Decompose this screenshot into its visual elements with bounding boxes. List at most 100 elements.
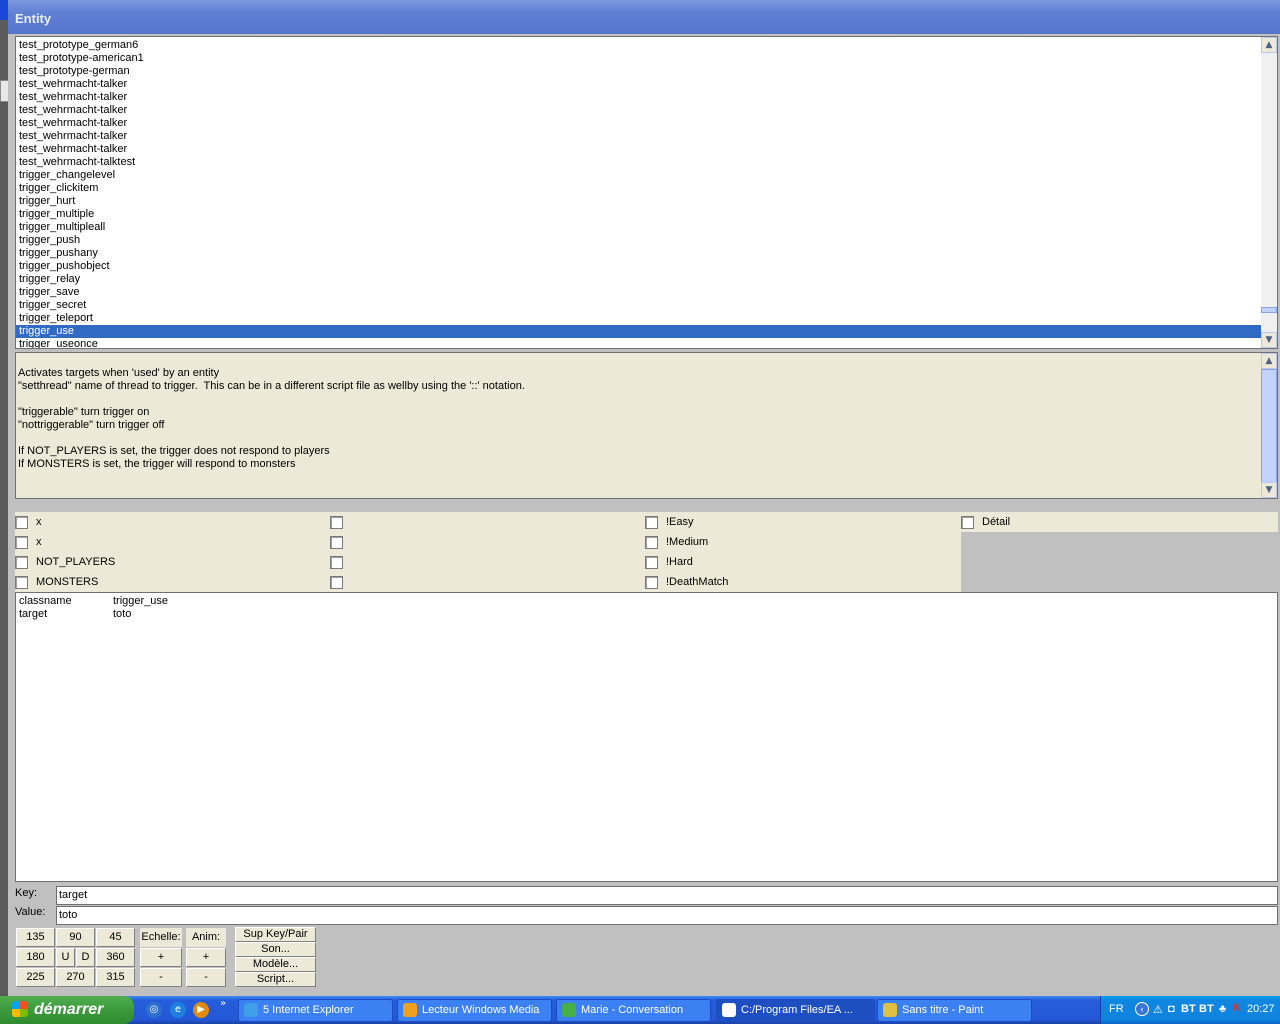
- spawnflag-checkbox[interactable]: [330, 572, 640, 592]
- entity-list-item[interactable]: test_prototype-german: [16, 65, 1261, 78]
- anim-minus-button[interactable]: -: [186, 968, 226, 987]
- angle-90-button[interactable]: 90: [56, 928, 95, 947]
- language-indicator[interactable]: FR: [1109, 1003, 1124, 1015]
- checkbox-box[interactable]: [330, 535, 343, 549]
- anim-plus-button[interactable]: +: [186, 948, 226, 967]
- spawnflag-checkbox[interactable]: Détail: [961, 512, 1271, 532]
- media-quicklaunch-icon[interactable]: ▶: [193, 1002, 209, 1018]
- sup-keypair-button[interactable]: Sup Key/Pair: [235, 927, 316, 942]
- entity-list-item[interactable]: trigger_useonce: [16, 338, 1261, 348]
- checkbox-box[interactable]: [15, 535, 28, 549]
- entity-list-item[interactable]: trigger_relay: [16, 273, 1261, 286]
- entity-list-item[interactable]: trigger_save: [16, 286, 1261, 299]
- script-button[interactable]: Script...: [235, 972, 316, 987]
- taskbar-button[interactable]: Lecteur Windows Media: [397, 999, 552, 1022]
- key-input[interactable]: target: [56, 886, 1278, 905]
- modele-button[interactable]: Modèle...: [235, 957, 316, 972]
- checkbox-box[interactable]: [645, 515, 658, 529]
- spawnflag-checkbox[interactable]: !Hard: [645, 552, 955, 572]
- spawnflag-checkbox[interactable]: !DeathMatch: [645, 572, 955, 592]
- checkbox-box[interactable]: [15, 555, 28, 569]
- entity-list-item[interactable]: trigger_teleport: [16, 312, 1261, 325]
- bluetooth-tray-icon[interactable]: BT: [1181, 1003, 1196, 1015]
- angle-135-button[interactable]: 135: [16, 928, 55, 947]
- spawnflag-checkbox[interactable]: [330, 512, 640, 532]
- checkbox-box[interactable]: [645, 535, 658, 549]
- angle-270-button[interactable]: 270: [56, 968, 95, 987]
- entity-list-item[interactable]: trigger_use: [16, 325, 1261, 338]
- entity-list-item[interactable]: test_prototype-american1: [16, 52, 1261, 65]
- taskbar-button[interactable]: Sans titre - Paint: [877, 999, 1032, 1022]
- entity-list-item[interactable]: trigger_secret: [16, 299, 1261, 312]
- entity-list-item[interactable]: trigger_push: [16, 234, 1261, 247]
- keyvalue-list[interactable]: classname trigger_use target toto: [15, 592, 1278, 882]
- scale-plus-button[interactable]: +: [140, 948, 182, 967]
- checkbox-box[interactable]: [15, 575, 28, 589]
- taskbar-button[interactable]: 5 Internet Explorer: [238, 999, 393, 1022]
- spawnflag-checkbox[interactable]: MONSTERS: [15, 572, 325, 592]
- entity-list-item[interactable]: test_wehrmacht-talker: [16, 104, 1261, 117]
- entity-list-item[interactable]: test_wehrmacht-talker: [16, 78, 1261, 91]
- entity-list-item[interactable]: trigger_pushany: [16, 247, 1261, 260]
- spawnflag-checkbox[interactable]: NOT_PLAYERS: [15, 552, 325, 572]
- taskbar-button[interactable]: Marie - Conversation: [556, 999, 711, 1022]
- tray-expand-icon[interactable]: ‹: [1135, 1002, 1149, 1016]
- checkbox-box[interactable]: [330, 575, 343, 589]
- angle-up-button[interactable]: U: [56, 948, 75, 967]
- scroll-up-arrow-icon[interactable]: ▲: [1261, 353, 1277, 369]
- checkbox-box[interactable]: [645, 575, 658, 589]
- warning-tray-icon[interactable]: ⚠: [1153, 1003, 1163, 1016]
- quicklaunch-expand-icon[interactable]: »: [220, 998, 226, 1009]
- scroll-thumb[interactable]: [1261, 369, 1277, 484]
- angle-180-button[interactable]: 180: [16, 948, 55, 967]
- messenger-tray-icon[interactable]: ♣: [1219, 1003, 1226, 1015]
- device-tray-icon[interactable]: ◘: [1168, 1003, 1175, 1015]
- angle-45-button[interactable]: 45: [96, 928, 135, 947]
- angle-down-button[interactable]: D: [76, 948, 95, 967]
- start-button[interactable]: démarrer: [0, 996, 134, 1024]
- entity-list-item[interactable]: test_wehrmacht-talker: [16, 91, 1261, 104]
- browser-quicklaunch-icon[interactable]: ◎: [146, 1002, 162, 1018]
- entity-list-item[interactable]: test_wehrmacht-talktest: [16, 156, 1261, 169]
- scale-minus-button[interactable]: -: [140, 968, 182, 987]
- scroll-thumb[interactable]: [1261, 307, 1277, 313]
- entity-list-scrollbar[interactable]: ▲ ▼: [1261, 37, 1277, 348]
- checkbox-box[interactable]: [961, 515, 974, 529]
- spawnflag-checkbox[interactable]: x: [15, 512, 325, 532]
- checkbox-box[interactable]: [15, 515, 28, 529]
- spawnflag-checkbox[interactable]: [330, 552, 640, 572]
- taskbar-button[interactable]: C:/Program Files/EA ...: [716, 999, 875, 1022]
- scroll-down-arrow-icon[interactable]: ▼: [1261, 482, 1277, 498]
- entity-list-item[interactable]: test_wehrmacht-talker: [16, 117, 1261, 130]
- antivirus-tray-icon[interactable]: K: [1233, 1002, 1241, 1014]
- entity-list-item[interactable]: trigger_pushobject: [16, 260, 1261, 273]
- entity-list-item[interactable]: trigger_hurt: [16, 195, 1261, 208]
- spawnflag-checkbox[interactable]: [330, 532, 640, 552]
- entity-class-list[interactable]: test_prototype_german6 test_prototype-ame…: [15, 36, 1278, 349]
- bluetooth-tray-icon[interactable]: BT: [1199, 1003, 1214, 1015]
- entity-list-item[interactable]: trigger_multiple: [16, 208, 1261, 221]
- entity-list-item[interactable]: test_prototype_german6: [16, 39, 1261, 52]
- scroll-down-arrow-icon[interactable]: ▼: [1261, 332, 1277, 348]
- checkbox-box[interactable]: [330, 555, 343, 569]
- entity-list-item[interactable]: test_wehrmacht-talker: [16, 130, 1261, 143]
- ie-quicklaunch-icon[interactable]: e: [170, 1002, 186, 1018]
- entity-list-item[interactable]: trigger_multipleall: [16, 221, 1261, 234]
- entity-list-item[interactable]: trigger_changelevel: [16, 169, 1261, 182]
- spawnflag-checkbox[interactable]: !Medium: [645, 532, 955, 552]
- entity-list-item[interactable]: trigger_clickitem: [16, 182, 1261, 195]
- spawnflag-checkbox[interactable]: x: [15, 532, 325, 552]
- spawnflag-checkbox[interactable]: !Easy: [645, 512, 955, 532]
- checkbox-box[interactable]: [330, 515, 343, 529]
- entity-list-item[interactable]: test_wehrmacht-talker: [16, 143, 1261, 156]
- description-scrollbar[interactable]: ▲ ▼: [1261, 353, 1277, 498]
- window-titlebar[interactable]: Entity: [8, 0, 1280, 34]
- son-button[interactable]: Son...: [235, 942, 316, 957]
- scroll-up-arrow-icon[interactable]: ▲: [1261, 37, 1277, 53]
- angle-225-button[interactable]: 225: [16, 968, 55, 987]
- clock[interactable]: 20:27: [1247, 1003, 1275, 1015]
- angle-315-button[interactable]: 315: [96, 968, 135, 987]
- checkbox-box[interactable]: [645, 555, 658, 569]
- angle-360-button[interactable]: 360: [96, 948, 135, 967]
- value-input[interactable]: toto: [56, 906, 1278, 925]
